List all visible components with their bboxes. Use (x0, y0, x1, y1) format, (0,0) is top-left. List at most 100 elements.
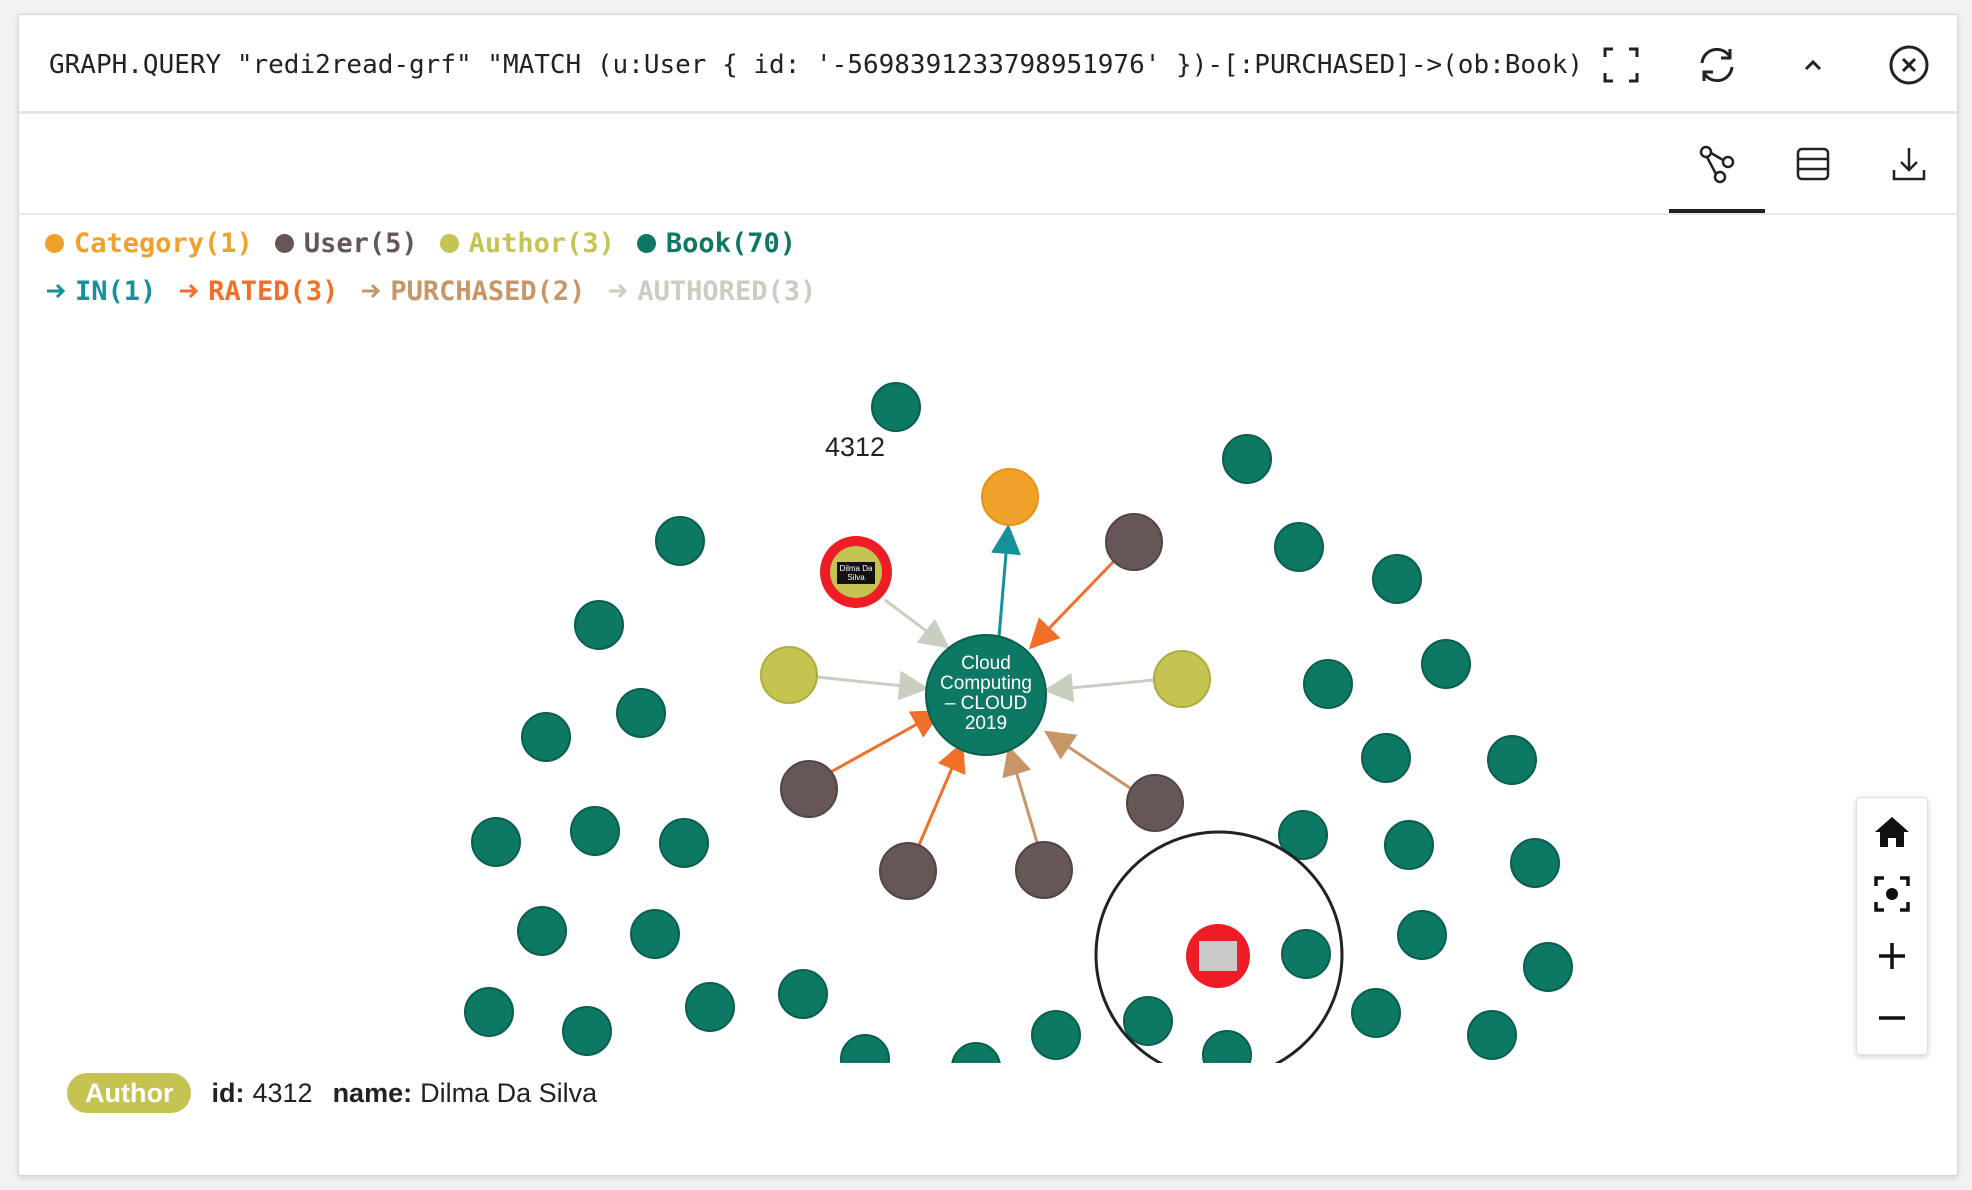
graph-view-tab[interactable] (1687, 134, 1747, 194)
book-node[interactable] (574, 600, 624, 650)
user-node[interactable] (1015, 841, 1073, 899)
book-node[interactable] (562, 1006, 612, 1056)
book-node[interactable] (616, 688, 666, 738)
legend-user[interactable]: User(5) (274, 228, 418, 259)
hover-node-label: 4312 (825, 432, 885, 462)
node-legend: Category(1) User(5) Author(3) Book(70) (45, 223, 818, 263)
book-node[interactable] (1222, 434, 1272, 484)
book-node[interactable] (521, 712, 571, 762)
refresh-button[interactable] (1693, 41, 1741, 89)
book-node[interactable] (1351, 988, 1401, 1038)
category-node[interactable] (981, 468, 1039, 526)
book-node[interactable] (1281, 929, 1331, 979)
book-node[interactable] (840, 1034, 890, 1063)
book-node[interactable] (1397, 910, 1447, 960)
book-dot (636, 233, 656, 253)
view-toolbar (19, 114, 1957, 215)
book-node[interactable] (951, 1042, 1001, 1063)
legend-in[interactable]: IN(1) (45, 276, 156, 307)
chevron-up-icon (1804, 59, 1822, 71)
book-node[interactable] (1031, 1010, 1081, 1060)
book-node[interactable] (685, 982, 735, 1032)
focus-center-button[interactable] (1868, 870, 1916, 918)
collapse-button[interactable] (1789, 41, 1837, 89)
edge-authored (1043, 672, 1155, 703)
home-button[interactable] (1868, 808, 1916, 856)
graph-canvas[interactable]: Dilma Da Silva 4312 Cloud Computing – CL… (19, 315, 1957, 1063)
query-result-card: GRAPH.QUERY "redi2read-grf" "MATCH (u:Us… (18, 14, 1958, 1176)
legend-author[interactable]: Author(3) (439, 228, 615, 259)
book-node[interactable] (570, 806, 620, 856)
zoom-in-icon (1879, 943, 1905, 969)
legend-category[interactable]: Category(1) (45, 228, 253, 259)
download-button[interactable] (1879, 134, 1939, 194)
book-node[interactable] (778, 969, 828, 1019)
author-node[interactable] (1153, 650, 1211, 708)
zoom-controls (1856, 797, 1928, 1055)
edge-in (991, 524, 1021, 638)
book-node[interactable] (1202, 1030, 1252, 1063)
legend-rated[interactable]: RATED(3) (178, 276, 338, 307)
download-icon (1892, 148, 1926, 181)
zoom-out-button[interactable] (1868, 994, 1916, 1042)
edge-rated (914, 741, 966, 853)
author-node[interactable] (760, 646, 818, 704)
name-key: name: (332, 1077, 413, 1108)
book-node[interactable] (630, 909, 680, 959)
legend-authored[interactable]: AUTHORED(3) (607, 276, 816, 307)
user-node[interactable] (780, 760, 838, 818)
category-dot (45, 233, 64, 253)
center-node-label-line: Computing (940, 673, 1032, 694)
book-node[interactable] (1372, 554, 1422, 604)
table-view-tab[interactable] (1783, 134, 1843, 194)
query-text[interactable]: GRAPH.QUERY "redi2read-grf" "MATCH (u:Us… (49, 45, 1589, 85)
book-node[interactable] (1384, 820, 1434, 870)
node-details: Author id: 4312 name: Dilma Da Silva (67, 1071, 617, 1115)
graph-view-icon (1699, 145, 1735, 184)
book-node[interactable] (471, 817, 521, 867)
book-node[interactable] (1421, 639, 1471, 689)
book-node[interactable] (655, 516, 705, 566)
book-node[interactable] (464, 987, 514, 1037)
fullscreen-button[interactable] (1597, 41, 1645, 89)
arrow-right-icon (609, 283, 628, 299)
book-node[interactable] (517, 906, 567, 956)
center-node-label-line: Cloud (961, 653, 1011, 674)
book-node[interactable] (1274, 522, 1324, 572)
book-node[interactable] (1510, 838, 1560, 888)
user-node[interactable] (879, 842, 937, 900)
table-view-icon (1796, 147, 1830, 181)
edge-authored (884, 598, 950, 649)
id-key: id: (211, 1077, 245, 1108)
book-node[interactable] (871, 382, 921, 432)
user-node[interactable] (1105, 513, 1163, 571)
legend-book[interactable]: Book(70) (636, 228, 796, 259)
book-node[interactable] (1467, 1010, 1517, 1060)
user-node[interactable] (1126, 774, 1184, 832)
edge-authored (816, 670, 929, 701)
fullscreen-icon (1603, 47, 1639, 83)
arrow-right-icon (47, 283, 66, 299)
node-type-badge: Author (67, 1073, 192, 1113)
author-thumbnail-line: Silva (847, 573, 865, 582)
edge-rated (828, 710, 943, 775)
book-node[interactable] (1523, 942, 1573, 992)
arrow-right-icon (180, 283, 199, 299)
book-node[interactable] (1123, 996, 1173, 1046)
focus-center-icon (1874, 876, 1910, 912)
legend-purchased[interactable]: PURCHASED(2) (360, 276, 585, 307)
user-dot (274, 233, 294, 253)
book-node[interactable] (659, 818, 709, 868)
close-button[interactable] (1885, 41, 1933, 89)
query-bar: GRAPH.QUERY "redi2read-grf" "MATCH (u:Us… (19, 15, 1957, 114)
refresh-icon (1700, 47, 1734, 83)
book-node[interactable] (1361, 733, 1411, 783)
arrow-right-icon (362, 283, 381, 299)
book-node[interactable] (1487, 735, 1537, 785)
id-value: 4312 (252, 1077, 313, 1108)
node-thumbnail (1199, 941, 1237, 971)
edge-rated (1028, 557, 1118, 650)
book-node[interactable] (1303, 659, 1353, 709)
zoom-in-button[interactable] (1868, 932, 1916, 980)
edge-purchased (1044, 730, 1131, 790)
